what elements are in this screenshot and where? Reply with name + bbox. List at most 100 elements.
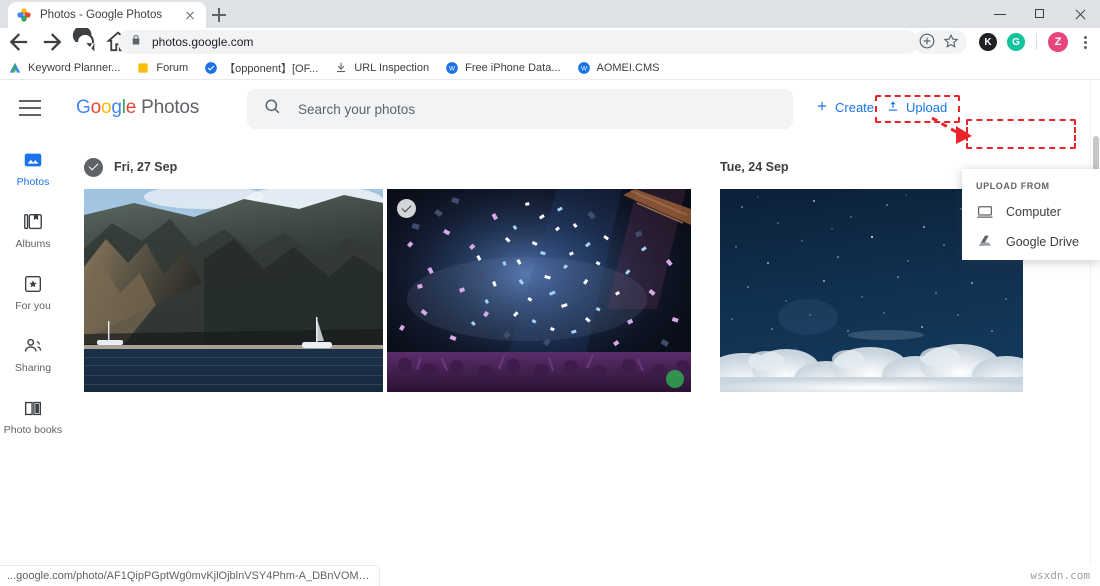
reload-icon[interactable]	[71, 26, 99, 56]
tab-title: Photos - Google Photos	[40, 9, 163, 21]
address-bar[interactable]: photos.google.com	[118, 30, 918, 54]
new-tab-button[interactable]	[208, 4, 230, 26]
sidebar-item-label: Photos	[16, 175, 50, 188]
google-drive-icon	[976, 233, 994, 251]
forward-arrow-icon[interactable]	[38, 28, 66, 56]
google-photos-logo: Google Photos	[76, 97, 199, 119]
share-circle-icon[interactable]	[917, 31, 939, 53]
toolbar-right: K G Z	[913, 30, 1096, 54]
upload-from-menu: UPLOAD FROM Computer Google Drive	[962, 169, 1100, 260]
day-select-checkmark-icon[interactable]	[84, 157, 103, 177]
google-photos-app: Google Photos Search your photos Create U…	[0, 81, 1100, 564]
upload-button-label: Upload	[906, 100, 948, 115]
photo-grid: Fri, 27 Sep Tue, 24 Sep	[66, 137, 1094, 564]
toolbar-pill	[913, 30, 967, 54]
day-label: Fri, 27 Sep	[114, 160, 178, 174]
plus-icon	[815, 99, 829, 116]
sidebar-item-label: Albums	[15, 237, 51, 250]
bookmark-label: URL Inspection	[354, 61, 430, 74]
for-you-icon	[22, 273, 44, 295]
folder-icon	[136, 61, 150, 75]
sidebar-item-for-you[interactable]: For you	[0, 261, 66, 323]
sidebar-nav: Photos Albums For you Sharing Photo book…	[0, 137, 66, 564]
search-console-icon	[334, 61, 348, 75]
url-text: photos.google.com	[152, 35, 254, 49]
sharing-icon	[22, 335, 44, 357]
extension-grammarly[interactable]: G	[1007, 33, 1025, 51]
bookmark-item[interactable]: Forum	[136, 61, 188, 75]
bookmark-item[interactable]: 【opponent】[OF...	[204, 60, 318, 76]
status-bar: ...google.com/photo/AF1QipPGptWg0mvKjlOj…	[0, 565, 380, 586]
bookmark-label: 【opponent】[OF...	[224, 62, 319, 75]
aomei-icon: W	[577, 61, 591, 75]
bookmark-item[interactable]: W Free iPhone Data...	[445, 61, 561, 75]
sidebar-item-albums[interactable]: Albums	[0, 199, 66, 261]
blue-circle-icon	[204, 61, 218, 75]
bookmark-item[interactable]: Keyword Planner...	[8, 61, 120, 75]
sidebar-item-photo-books[interactable]: Photo books	[0, 385, 66, 447]
bookmark-label: Keyword Planner...	[28, 61, 121, 74]
upload-from-drive-label: Google Drive	[1006, 235, 1079, 249]
restore-icon[interactable]	[1020, 0, 1060, 28]
upload-from-computer-item[interactable]: Computer	[962, 197, 1100, 227]
vertical-scrollbar[interactable]	[1090, 81, 1100, 564]
logo-google: Google	[76, 97, 137, 118]
tab-close-icon[interactable]	[182, 7, 198, 23]
sidebar-item-sharing[interactable]: Sharing	[0, 323, 66, 385]
upload-button[interactable]: Upload	[886, 99, 947, 116]
svg-text:W: W	[449, 65, 456, 72]
create-button[interactable]: Create	[815, 99, 874, 116]
sidebar-item-label: For you	[15, 299, 51, 312]
search-input[interactable]: Search your photos	[247, 89, 793, 129]
avatar[interactable]: Z	[1048, 32, 1068, 52]
browser-tab[interactable]: Photos - Google Photos	[8, 2, 206, 28]
confetti-concert-photo[interactable]	[387, 189, 691, 392]
extension-k[interactable]: K	[979, 33, 997, 51]
google-photos-pinwheel-icon	[16, 7, 32, 23]
three-dot-menu-icon[interactable]	[1074, 30, 1096, 54]
search-placeholder: Search your photos	[298, 101, 416, 117]
minimize-icon[interactable]	[980, 0, 1020, 28]
aomei-icon: W	[445, 61, 459, 75]
bookmark-item[interactable]: URL Inspection	[334, 61, 429, 75]
browser-window: Photos - Google Photos photos.google.com	[0, 0, 1100, 586]
photo-books-icon	[22, 397, 44, 419]
bookmark-label: Forum	[156, 61, 189, 74]
bookmark-star-icon[interactable]	[941, 31, 963, 53]
day-group: Fri, 27 Sep	[84, 156, 691, 392]
computer-monitor-icon	[976, 203, 994, 221]
upload-from-header: UPLOAD FROM	[976, 181, 1050, 191]
photo-row	[84, 189, 691, 392]
photo-select-checkmark-icon[interactable]	[397, 199, 416, 218]
back-arrow-icon[interactable]	[5, 28, 33, 56]
toolbar-divider	[1036, 34, 1037, 50]
svg-text:W: W	[580, 65, 587, 72]
hamburger-menu-icon[interactable]	[19, 99, 41, 117]
day-header: Fri, 27 Sep	[84, 156, 691, 178]
status-url: ...google.com/photo/AF1QipPGptWg0mvKjlOj…	[7, 570, 372, 582]
logo-photos: Photos	[141, 97, 200, 118]
watermark: wsxdn.com	[1030, 569, 1090, 582]
photos-icon	[22, 149, 44, 171]
upload-icon	[886, 99, 900, 116]
albums-icon	[22, 211, 44, 233]
bookmark-item[interactable]: W AOMEI.CMS	[577, 61, 660, 75]
upload-from-computer-label: Computer	[1006, 205, 1061, 219]
sidebar-item-label: Sharing	[14, 361, 52, 374]
window-controls	[980, 0, 1100, 28]
day-label: Tue, 24 Sep	[720, 160, 789, 174]
cliff-coastline-photo[interactable]	[84, 189, 383, 392]
sidebar-item-label: Photo books	[3, 423, 63, 436]
bookmarks-bar: Keyword Planner... Forum 【opponent】[OF..…	[0, 56, 1100, 80]
app-header: Google Photos Search your photos Create U…	[0, 81, 1100, 137]
close-icon[interactable]	[1060, 0, 1100, 28]
search-icon	[263, 97, 282, 121]
tab-strip: Photos - Google Photos	[0, 0, 1100, 28]
google-ads-icon	[8, 61, 22, 75]
lock-icon	[130, 33, 142, 51]
upload-from-drive-item[interactable]: Google Drive	[962, 227, 1100, 257]
bookmark-label: Free iPhone Data...	[465, 61, 561, 74]
sidebar-item-photos[interactable]: Photos	[0, 137, 66, 199]
bookmark-label: AOMEI.CMS	[596, 61, 660, 74]
create-button-label: Create	[835, 100, 875, 115]
